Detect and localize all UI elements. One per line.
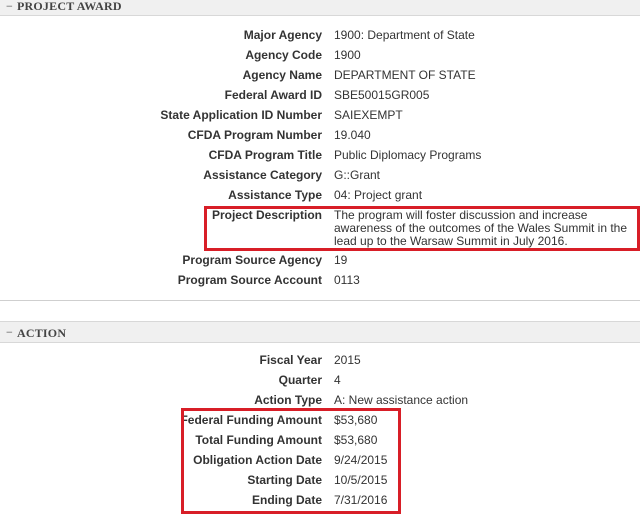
- field-row: Quarter 4: [0, 373, 640, 391]
- field-row: Program Source Account 0113: [0, 273, 640, 291]
- field-value: G::Grant: [334, 168, 381, 182]
- field-row: CFDA Program Title Public Diplomacy Prog…: [0, 148, 640, 166]
- field-label: Program Source Agency: [182, 253, 322, 267]
- field-label: Agency Name: [242, 68, 322, 82]
- field-value: 0113: [334, 273, 360, 287]
- collapse-icon[interactable]: −: [6, 325, 13, 340]
- field-row: Federal Award ID SBE50015GR005: [0, 88, 640, 106]
- field-row: Program Source Agency 19: [0, 253, 640, 271]
- field-value: 19: [334, 253, 348, 267]
- field-value: 1900: [334, 48, 361, 62]
- project-award-header[interactable]: − PROJECT AWARD: [0, 0, 640, 16]
- field-value: 4: [334, 373, 341, 387]
- field-value: Public Diplomacy Programs: [334, 148, 482, 162]
- field-row: State Application ID Number SAIEXEMPT: [0, 108, 640, 126]
- field-label: Assistance Category: [203, 168, 322, 182]
- section-divider: [0, 300, 640, 301]
- field-label: Quarter: [278, 373, 322, 387]
- field-label: State Application ID Number: [160, 108, 322, 122]
- field-row: Assistance Category G::Grant: [0, 168, 640, 186]
- field-label: Major Agency: [243, 28, 322, 42]
- field-label: CFDA Program Title: [208, 148, 322, 162]
- field-row: CFDA Program Number 19.040: [0, 128, 640, 146]
- field-row: Agency Name DEPARTMENT OF STATE: [0, 68, 640, 86]
- field-label: Action Type: [254, 393, 322, 407]
- collapse-icon[interactable]: −: [6, 0, 13, 14]
- field-label: Program Source Account: [177, 273, 322, 287]
- action-header[interactable]: − ACTION: [0, 321, 640, 343]
- description-highlight-box: [204, 206, 640, 251]
- field-value: SBE50015GR005: [334, 88, 430, 102]
- funding-dates-highlight-box: [181, 408, 401, 514]
- field-value: SAIEXEMPT: [334, 108, 403, 122]
- field-label: Fiscal Year: [259, 353, 323, 367]
- field-value: 19.040: [334, 128, 371, 142]
- section-title: ACTION: [17, 326, 67, 340]
- field-row: Assistance Type 04: Project grant: [0, 188, 640, 206]
- field-label: Federal Award ID: [224, 88, 322, 102]
- field-label: Agency Code: [245, 48, 322, 62]
- field-value: A: New assistance action: [334, 393, 469, 407]
- field-row: Agency Code 1900: [0, 48, 640, 66]
- field-value: 1900: Department of State: [334, 28, 475, 42]
- field-value: 2015: [334, 353, 361, 367]
- field-value: DEPARTMENT OF STATE: [334, 68, 476, 82]
- field-row: Fiscal Year 2015: [0, 353, 640, 371]
- field-label: CFDA Program Number: [187, 128, 322, 142]
- field-label: Assistance Type: [228, 188, 322, 202]
- field-row: Major Agency 1900: Department of State: [0, 28, 640, 46]
- section-title: PROJECT AWARD: [17, 0, 122, 13]
- field-value: 04: Project grant: [334, 188, 423, 202]
